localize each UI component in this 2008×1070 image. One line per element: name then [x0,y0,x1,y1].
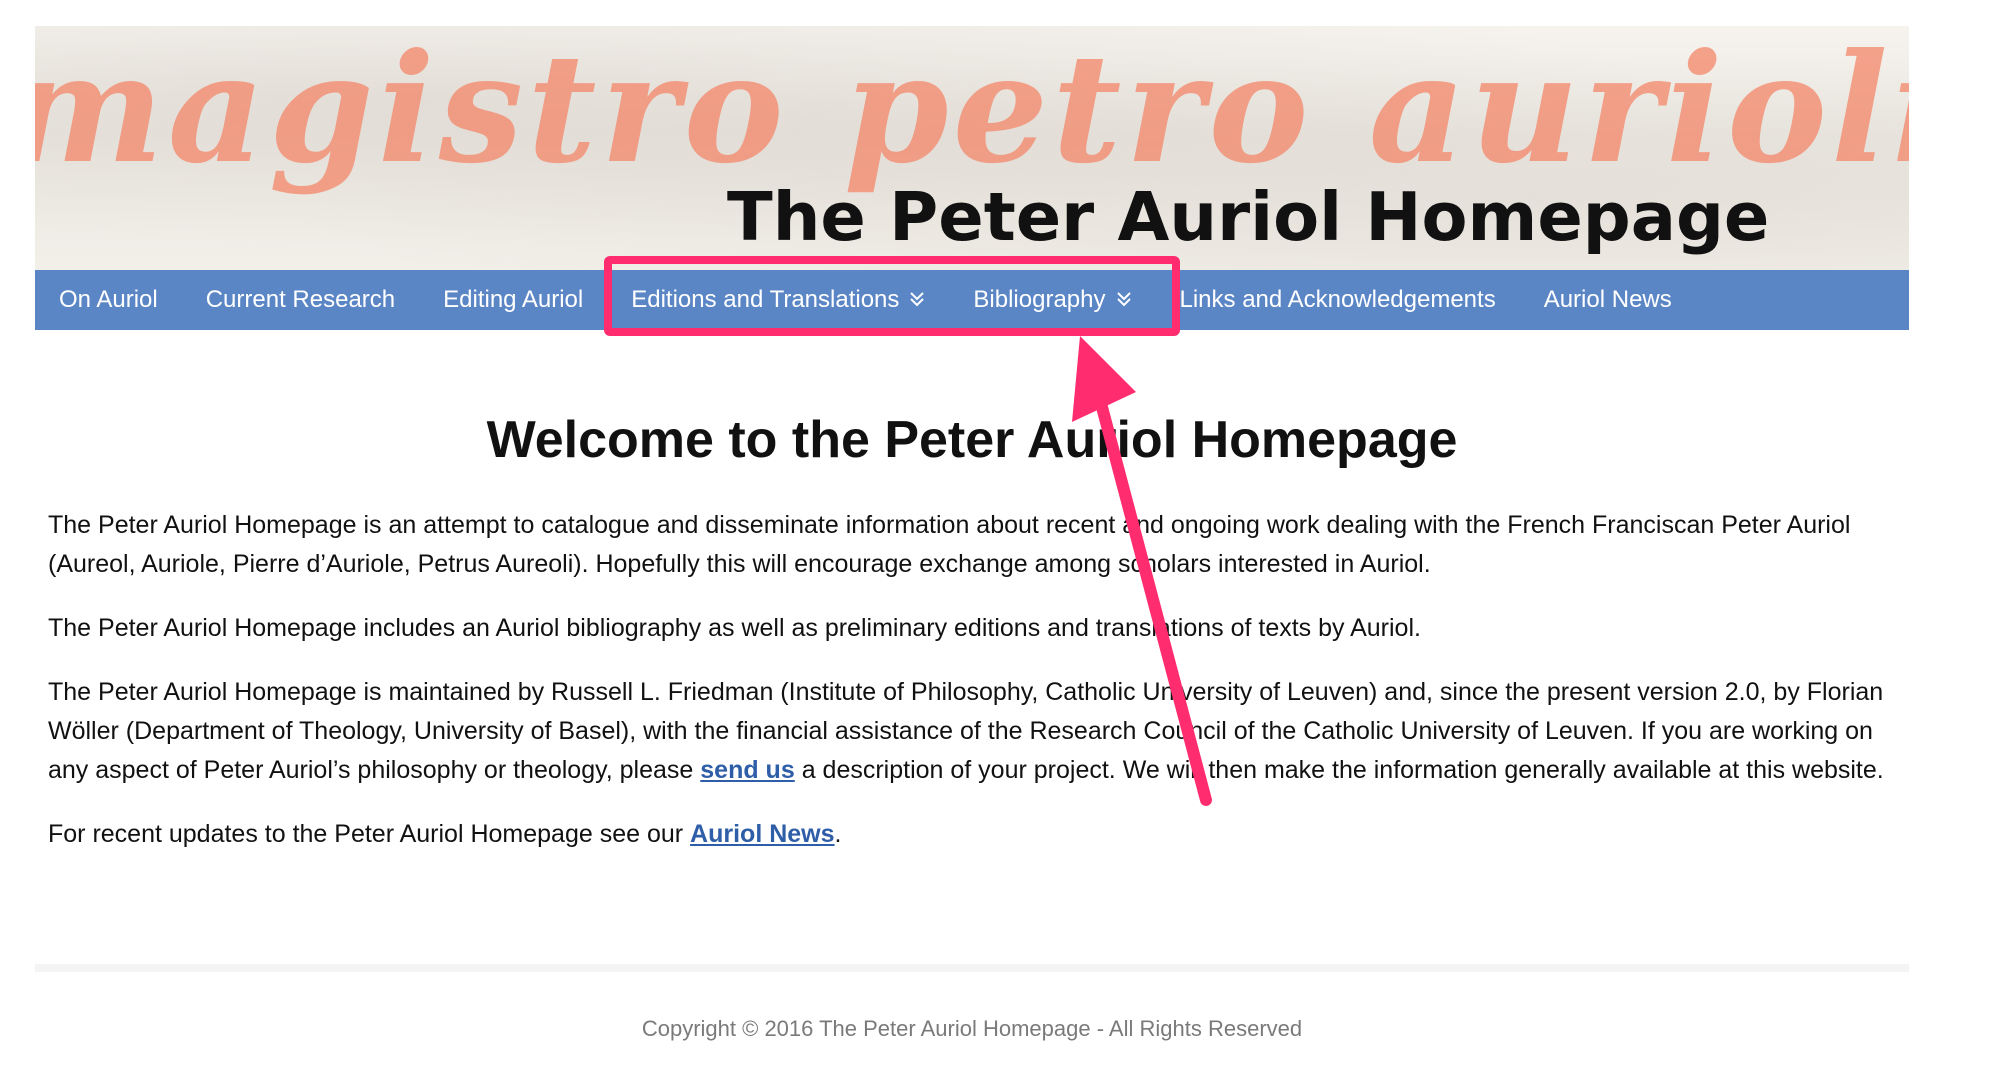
nav-label: On Auriol [59,286,158,313]
nav-label: Current Research [205,286,396,313]
site-title[interactable]: The Peter Auriol Homepage [727,184,1769,251]
updates-paragraph: For recent updates to the Peter Auriol H… [48,815,1888,854]
updates-text: For recent updates to the Peter Auriol H… [48,820,691,848]
nav-item-on-auriol[interactable]: On Auriol [35,270,182,330]
nav-item-links-and-acknowledgements[interactable]: Links and Acknowledgements [1156,270,1520,330]
annotation-highlight-box [604,256,1180,336]
updates-text-end: . [834,820,842,848]
nav-label: Editing Auriol [443,286,584,313]
auriol-news-link[interactable]: Auriol News [690,820,834,848]
footer-divider [35,964,1909,972]
nav-item-current-research[interactable]: Current Research [182,270,419,330]
main-content: Welcome to the Peter Auriol Homepage The… [48,410,1888,854]
page-title: Welcome to the Peter Auriol Homepage [486,411,1458,469]
footer-copyright: Copyright © 2016 The Peter Auriol Homepa… [641,1016,1303,1041]
intro-paragraph: The Peter Auriol Homepage is an attempt … [48,511,1851,578]
header-banner: magistro petro aurioli do The Peter Auri… [35,26,1909,270]
maintainers-text-end: a description of your project. We will t… [794,756,1884,784]
bibliography-paragraph: The Peter Auriol Homepage includes an Au… [48,614,1421,642]
nav-label: Links and Acknowledgements [1179,286,1496,313]
nav-item-editing-auriol[interactable]: Editing Auriol [419,270,607,330]
nav-item-auriol-news[interactable]: Auriol News [1520,270,1696,330]
banner-manuscript-image: magistro petro aurioli do [35,26,1909,197]
send-us-link[interactable]: send us [700,756,794,784]
nav-label: Auriol News [1543,286,1672,313]
maintainers-paragraph: The Peter Auriol Homepage is maintained … [48,673,1888,790]
